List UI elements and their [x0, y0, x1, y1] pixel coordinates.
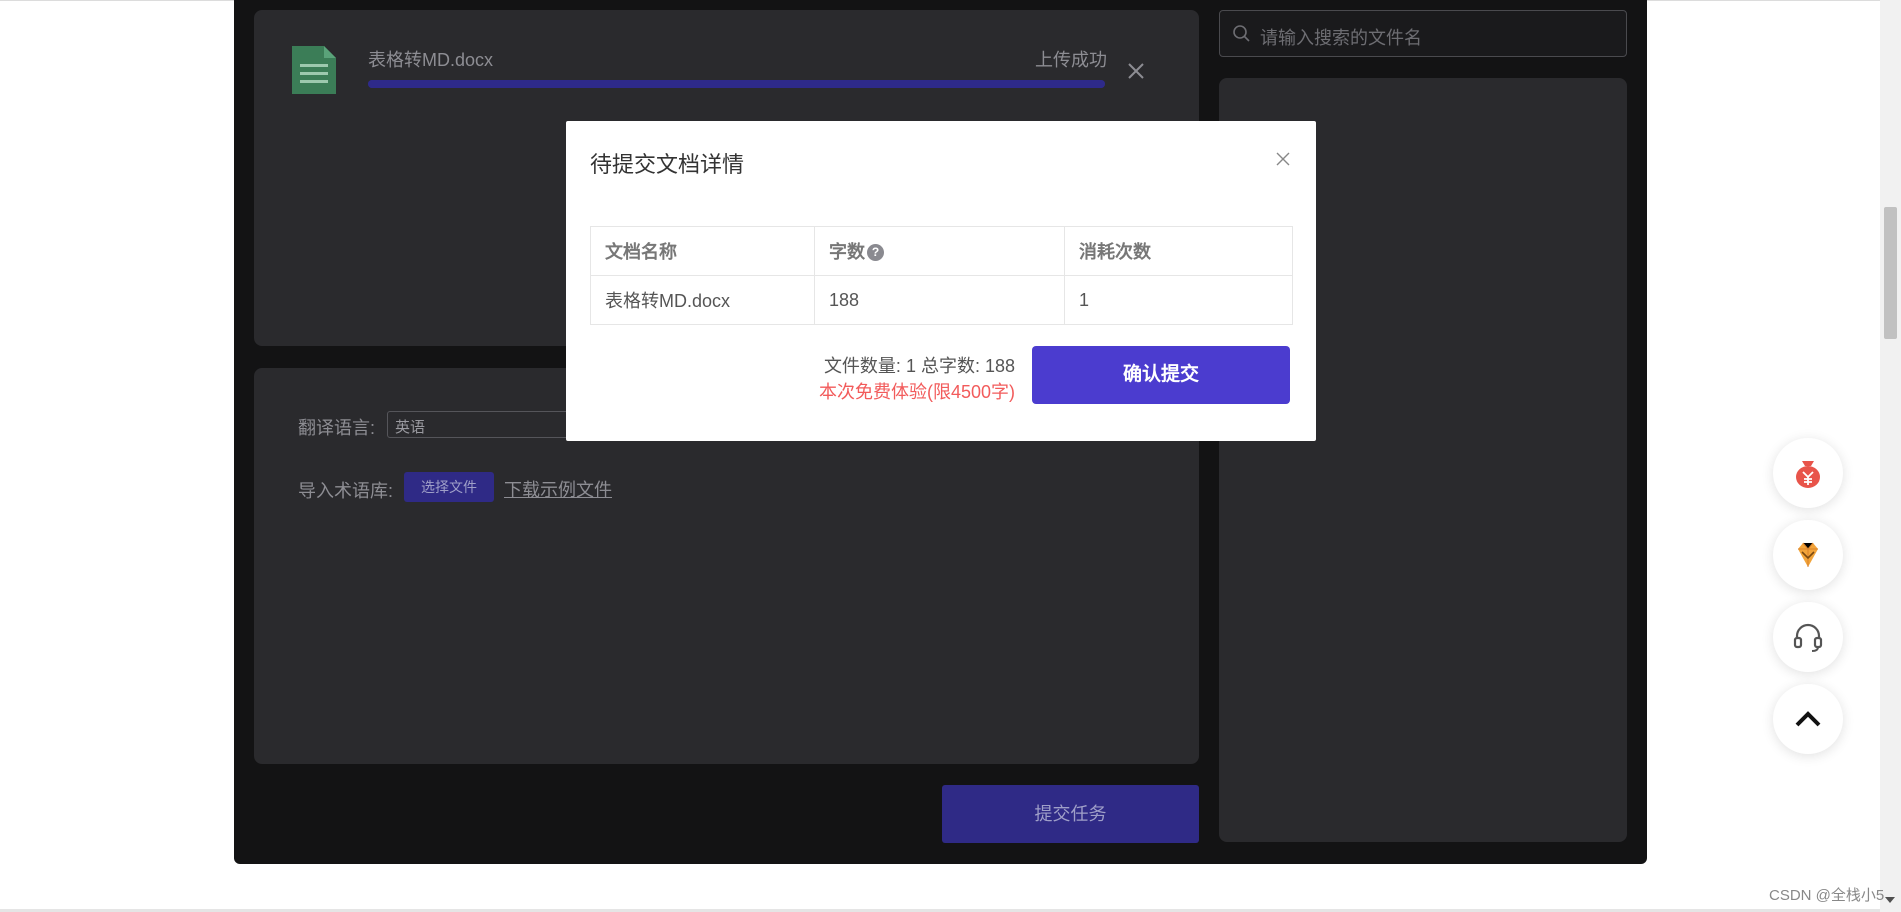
- submit-task-button[interactable]: 提交任务: [942, 785, 1199, 843]
- money-bag-icon[interactable]: [1773, 438, 1843, 508]
- diamond-icon[interactable]: [1773, 520, 1843, 590]
- document-icon: [288, 44, 340, 96]
- free-trial-note: 本次免费体验(限4500字): [818, 382, 1015, 402]
- upload-status: 上传成功: [1035, 50, 1107, 70]
- scroll-down-arrow-icon[interactable]: [1885, 897, 1895, 903]
- modal-close-icon[interactable]: [1273, 149, 1293, 169]
- search-icon: [1232, 24, 1252, 44]
- confirm-submit-button[interactable]: 确认提交: [1032, 346, 1290, 404]
- scroll-thumb[interactable]: [1884, 207, 1897, 339]
- column-header: 消耗次数: [1064, 226, 1293, 276]
- download-example-link[interactable]: 下载示例文件: [504, 476, 612, 502]
- table-cell: 188: [814, 275, 1065, 325]
- table-row: 表格转MD.docx 188 1: [590, 275, 1293, 325]
- language-label: 翻译语言:: [298, 418, 376, 438]
- upload-progress-fill: [368, 80, 1105, 88]
- table-cell: 表格转MD.docx: [590, 275, 815, 325]
- headset-icon[interactable]: [1773, 602, 1843, 672]
- table-cell: 1: [1064, 275, 1293, 325]
- submit-summary: 文件数量: 1 总字数: 188: [823, 356, 1015, 376]
- close-icon[interactable]: [1125, 60, 1147, 82]
- search-input[interactable]: 请输入搜索的文件名: [1260, 24, 1422, 50]
- column-header: 字数?: [814, 226, 1065, 276]
- watermark: CSDN @全栈小5: [1769, 887, 1885, 904]
- scrollbar[interactable]: [1880, 0, 1901, 912]
- modal-title: 待提交文档详情: [590, 152, 745, 177]
- term-base-label: 导入术语库:: [298, 481, 394, 501]
- column-header: 文档名称: [590, 226, 815, 276]
- upload-progress-bar: [368, 80, 1105, 88]
- search-box[interactable]: 请输入搜索的文件名: [1219, 10, 1627, 57]
- question-icon[interactable]: ?: [867, 244, 884, 261]
- uploaded-file-name: 表格转MD.docx: [368, 50, 494, 70]
- submit-details-modal: 待提交文档详情 文档名称 字数? 消耗次数 表格转MD.docx 188 1 文…: [566, 121, 1316, 441]
- chevron-up-icon[interactable]: [1773, 684, 1843, 754]
- table-header-row: 文档名称 字数? 消耗次数: [590, 226, 1293, 276]
- choose-file-button[interactable]: 选择文件: [404, 472, 494, 502]
- language-select[interactable]: 英语: [387, 411, 587, 438]
- document-table: 文档名称 字数? 消耗次数 表格转MD.docx 188 1: [590, 226, 1293, 325]
